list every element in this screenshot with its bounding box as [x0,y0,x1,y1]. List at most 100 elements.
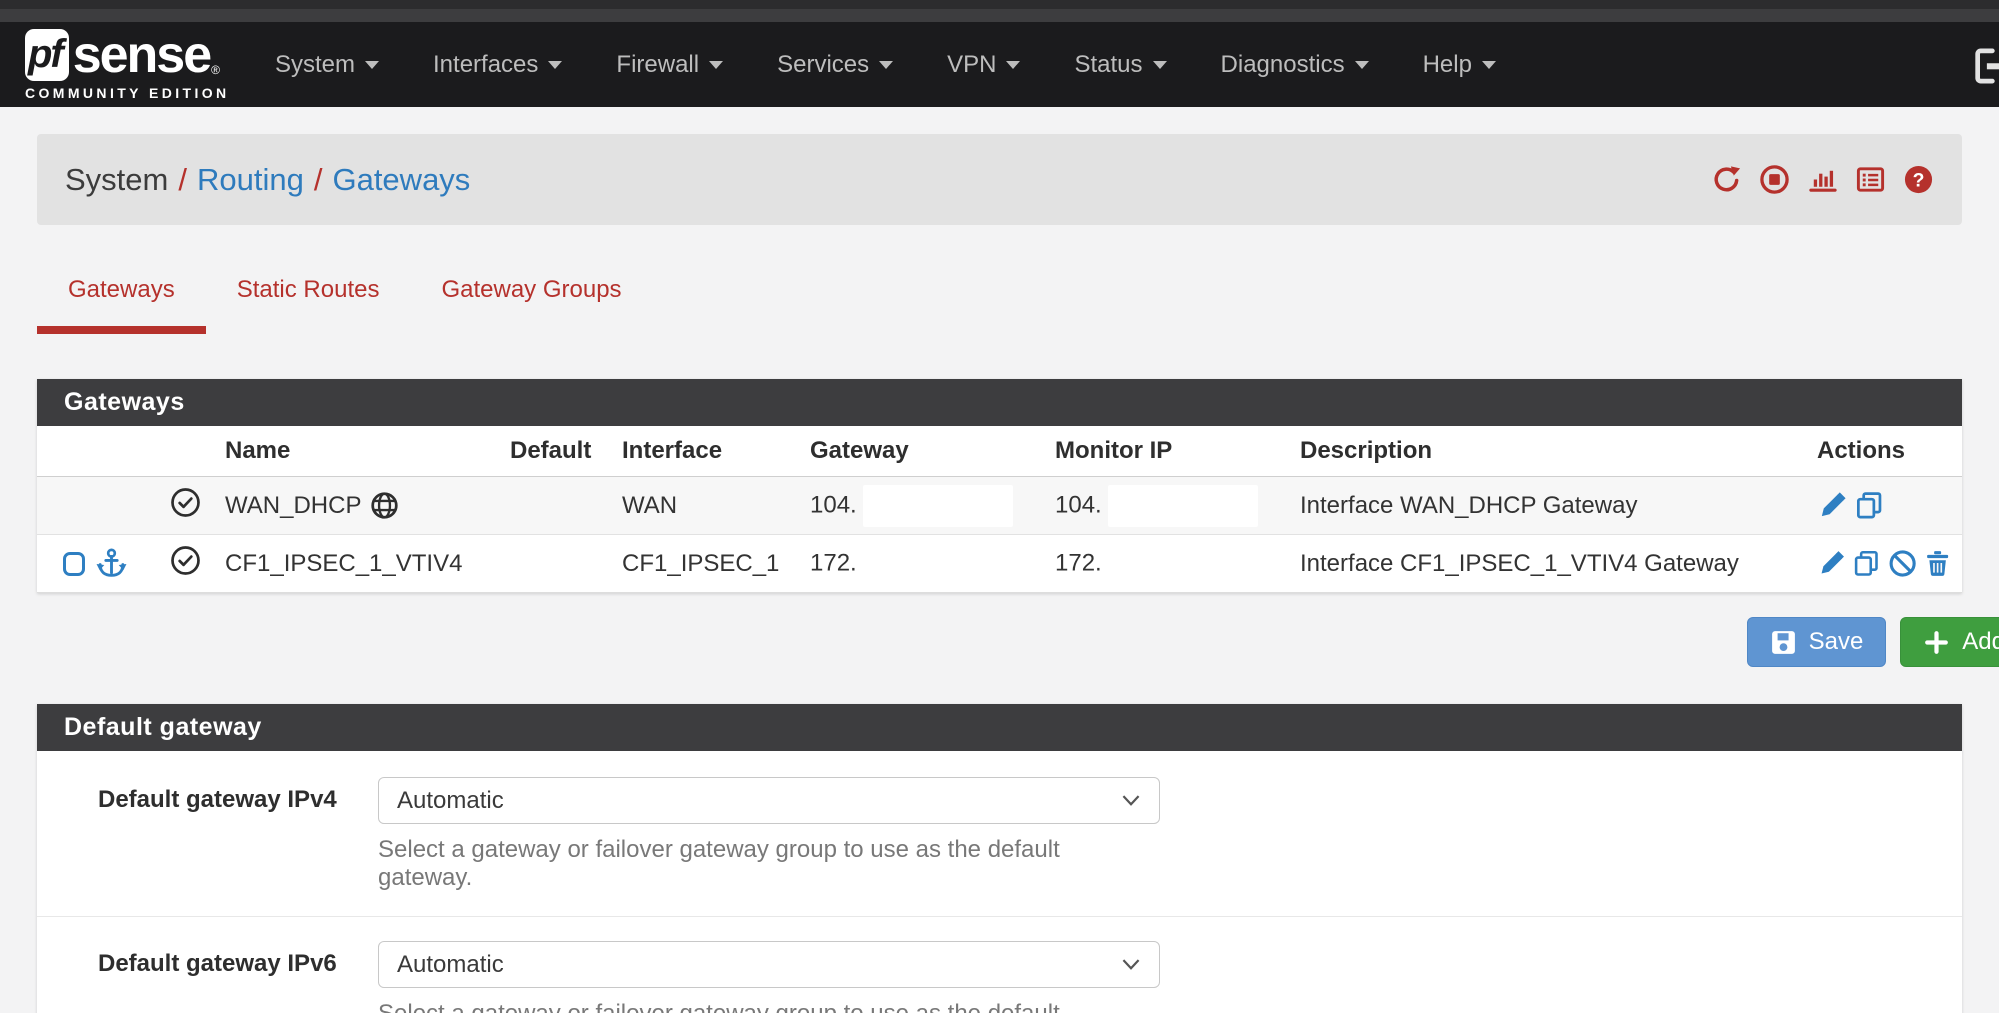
breadcrumb-actions: ? [1711,164,1934,195]
chevron-down-icon [1121,958,1141,971]
edit-icon[interactable] [1817,548,1846,579]
sign-out-button[interactable] [1969,44,1999,93]
list-icon[interactable] [1855,164,1886,195]
default-gateway-ipv6-select[interactable]: Automatic [378,941,1160,988]
save-icon [1770,629,1797,656]
stop-circle-icon[interactable] [1759,164,1790,195]
nav-item-label: System [275,51,355,79]
check-circle-icon [170,545,201,576]
chevron-down-icon [1006,61,1020,69]
gateway-default-cell [500,477,612,535]
nav-item-services[interactable]: Services [750,22,920,107]
delete-icon[interactable] [1923,548,1952,579]
default-gateway-ipv6-row: Default gateway IPv6 Automatic Select a … [37,917,1962,1013]
gateway-description-cell: Interface CF1_IPSEC_1_VTIV4 Gateway [1290,535,1807,593]
col-row-icons [37,426,160,477]
breadcrumb-gateways-link[interactable]: Gateways [332,162,470,198]
gateway-default-cell [500,535,612,593]
chevron-down-icon [1355,61,1369,69]
gateway-address: 172. [810,549,857,576]
copy-icon[interactable] [1854,490,1885,521]
chevron-down-icon [1153,61,1167,69]
nav-item-label: Firewall [616,51,699,79]
default-gateway-ipv4-row: Default gateway IPv4 Automatic Select a … [37,753,1962,917]
col-actions: Actions [1807,426,1962,477]
default-gateway-ipv4-select[interactable]: Automatic [378,777,1160,824]
default-gateway-ipv6-help: Select a gateway or failover gateway gro… [378,1000,1160,1013]
square-icon[interactable] [63,552,85,576]
chevron-down-icon [365,61,379,69]
nav-item-label: VPN [947,51,996,79]
gateway-address-cell: 172. [800,535,1045,593]
col-default: Default [500,426,612,477]
monitor-ip-cell: 172. [1045,535,1290,593]
page-title: System / Routing / Gateways [65,162,470,198]
nav-item-system[interactable]: System [248,22,406,107]
bar-chart-icon[interactable] [1807,164,1838,195]
tab-static-routes[interactable]: Static Routes [206,268,411,334]
nav-item-vpn[interactable]: VPN [920,22,1047,107]
gateway-name: WAN_DHCP [225,492,361,520]
monitor-ip: 104. [1055,491,1102,518]
edit-icon[interactable] [1817,490,1848,521]
redaction-box [1108,543,1258,585]
copy-icon[interactable] [1852,548,1881,579]
breadcrumb-system: System [65,162,168,198]
gateway-interface-cell: CF1_IPSEC_1 [612,535,800,593]
default-gateway-panel-title: Default gateway [37,704,1962,751]
table-row: CF1_IPSEC_1_VTIV4 CF1_IPSEC_1 172. 172. … [37,535,1962,593]
save-button[interactable]: Save [1747,617,1887,667]
add-button[interactable]: Add [1900,617,1999,667]
monitor-ip-cell: 104. [1045,477,1290,535]
gateway-description-cell: Interface WAN_DHCP Gateway [1290,477,1807,535]
refresh-icon[interactable] [1711,164,1742,195]
gateways-panel: Gateways Name Default Interface Gateway … [37,379,1962,593]
col-gateway: Gateway [800,426,1045,477]
default-gateway-ipv4-help: Select a gateway or failover gateway gro… [378,836,1160,892]
gateway-status-cell [160,477,215,535]
chevron-down-icon [1121,794,1141,807]
table-header-row: Name Default Interface Gateway Monitor I… [37,426,1962,477]
tab-gateway-groups[interactable]: Gateway Groups [410,268,652,334]
pfsense-logo[interactable]: pf sense ® COMMUNITY EDITION [25,29,220,101]
pfsense-gateways-page: pf sense ® COMMUNITY EDITION System Inte… [0,0,1999,1013]
tab-gateways[interactable]: Gateways [37,268,206,334]
gateways-panel-title: Gateways [37,379,1962,426]
gateway-name: CF1_IPSEC_1_VTIV4 [225,550,462,578]
check-circle-icon [170,487,201,518]
gateways-table: Name Default Interface Gateway Monitor I… [37,426,1962,593]
redaction-box [863,543,1013,585]
svg-text:?: ? [1913,169,1925,191]
col-interface: Interface [612,426,800,477]
redaction-box [1108,485,1258,527]
breadcrumb: System / Routing / Gateways [37,134,1962,225]
routing-tabs: Gateways Static Routes Gateway Groups [37,268,1999,334]
table-row: WAN_DHCP WAN 104. [37,477,1962,535]
breadcrumb-routing-link[interactable]: Routing [197,162,304,198]
plus-icon [1923,629,1950,656]
gateway-name-cell: CF1_IPSEC_1_VTIV4 [215,535,500,593]
monitor-ip: 172. [1055,549,1102,576]
nav-item-label: Services [777,51,869,79]
nav-item-help[interactable]: Help [1396,22,1523,107]
disable-icon[interactable] [1888,548,1917,579]
window-top-strip [0,0,1999,22]
gateway-address-cell: 104. [800,477,1045,535]
pf-logo-tile-icon: pf [25,29,69,81]
help-icon[interactable]: ? [1903,164,1934,195]
registered-mark: ® [211,63,220,77]
breadcrumb-separator: / [178,162,187,198]
gateway-interface-cell: WAN [612,477,800,535]
nav-item-diagnostics[interactable]: Diagnostics [1194,22,1396,107]
nav-item-firewall[interactable]: Firewall [589,22,750,107]
nav-item-label: Status [1074,51,1142,79]
nav-item-label: Interfaces [433,51,538,79]
nav-item-interfaces[interactable]: Interfaces [406,22,589,107]
row-left-icons [37,535,160,593]
nav-item-status[interactable]: Status [1047,22,1193,107]
nav-item-label: Diagnostics [1221,51,1345,79]
row-actions [1807,535,1962,593]
col-name: Name [215,426,500,477]
row-actions [1807,477,1962,535]
brand-edition-label: COMMUNITY EDITION [25,85,220,101]
